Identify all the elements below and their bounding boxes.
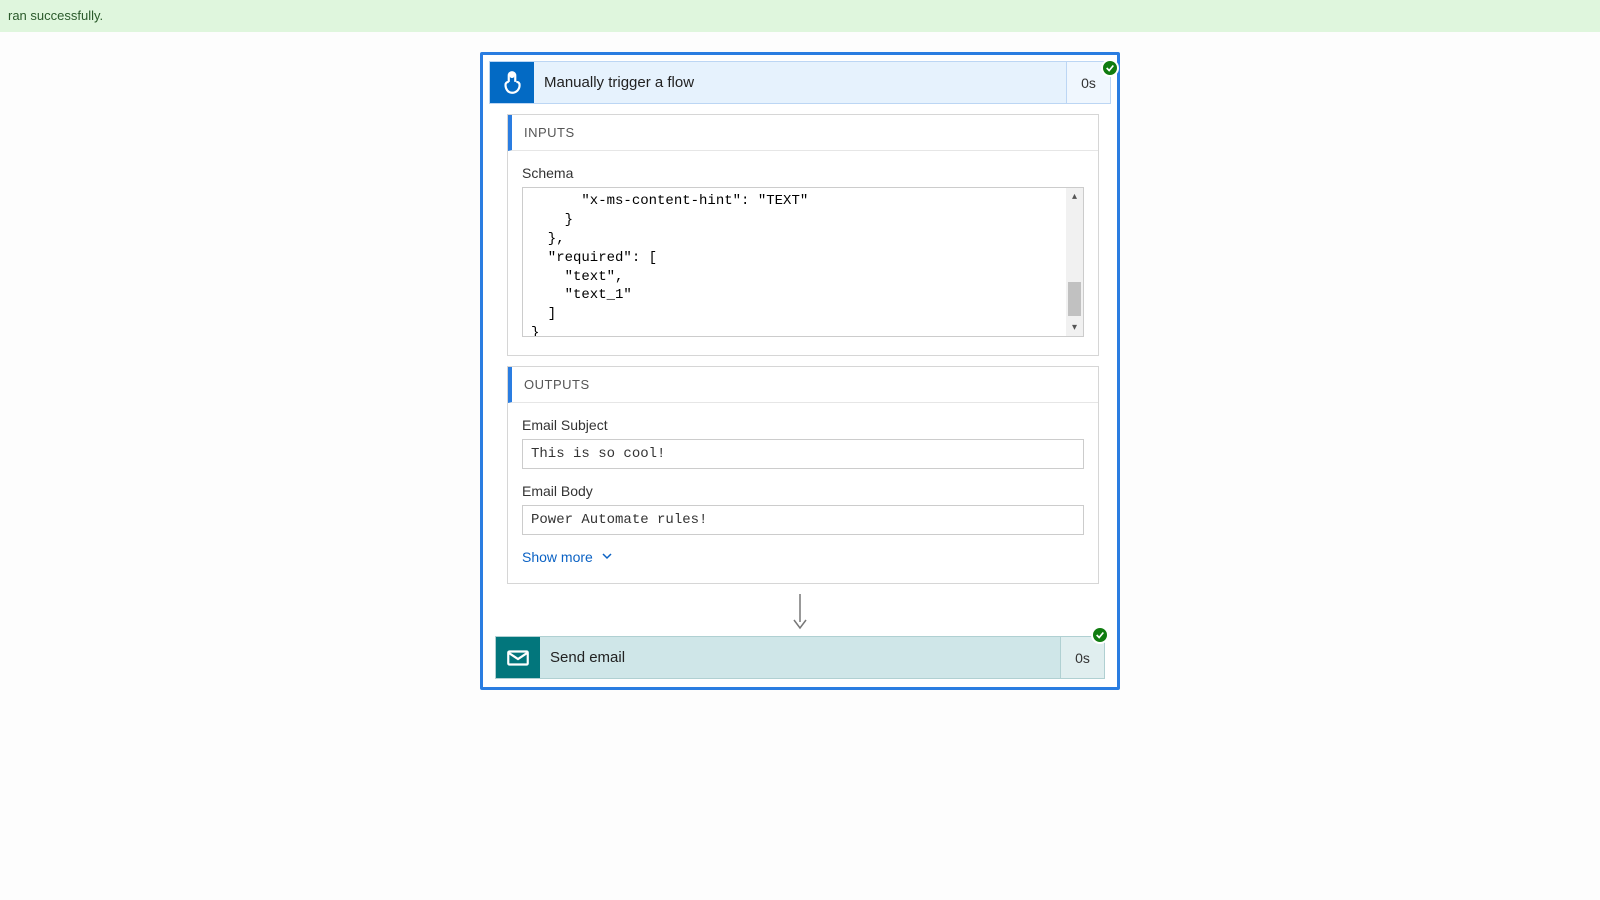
output-label-0: Email Subject xyxy=(522,417,1084,433)
send-email-card[interactable]: Send email 0s xyxy=(495,636,1105,679)
check-icon xyxy=(1091,626,1109,644)
schema-content: "x-ms-content-hint": "TEXT" } }, "requir… xyxy=(523,188,1083,337)
output-value-0[interactable]: This is so cool! xyxy=(522,439,1084,469)
touch-icon xyxy=(490,62,534,103)
scroll-thumb[interactable] xyxy=(1068,282,1081,316)
show-more-button[interactable]: Show more xyxy=(522,549,613,565)
schema-box[interactable]: "x-ms-content-hint": "TEXT" } }, "requir… xyxy=(522,187,1084,337)
inputs-header: INPUTS xyxy=(508,115,1098,151)
scroll-down-icon[interactable]: ▾ xyxy=(1066,319,1083,336)
success-bar: ran successfully. xyxy=(0,0,1600,32)
check-icon xyxy=(1101,59,1119,77)
schema-scrollbar[interactable]: ▴ ▾ xyxy=(1066,188,1083,336)
flow-canvas: Manually trigger a flow 0s INPUTS Schema… xyxy=(0,32,1600,690)
chevron-down-icon xyxy=(601,549,613,565)
mail-icon xyxy=(496,637,540,678)
trigger-title: Manually trigger a flow xyxy=(534,62,1066,103)
outputs-panel: OUTPUTS Email Subject This is so cool! E… xyxy=(507,366,1099,584)
send-title: Send email xyxy=(540,637,1060,678)
show-more-label: Show more xyxy=(522,549,593,565)
output-value-1[interactable]: Power Automate rules! xyxy=(522,505,1084,535)
output-label-1: Email Body xyxy=(522,483,1084,499)
success-text: ran successfully. xyxy=(8,8,103,23)
flow-container: Manually trigger a flow 0s INPUTS Schema… xyxy=(480,52,1120,690)
trigger-card[interactable]: Manually trigger a flow 0s xyxy=(489,61,1111,104)
arrow-connector xyxy=(483,594,1117,630)
schema-label: Schema xyxy=(522,165,1084,181)
scroll-up-icon[interactable]: ▴ xyxy=(1066,188,1083,205)
outputs-header: OUTPUTS xyxy=(508,367,1098,403)
inputs-panel: INPUTS Schema "x-ms-content-hint": "TEXT… xyxy=(507,114,1099,356)
